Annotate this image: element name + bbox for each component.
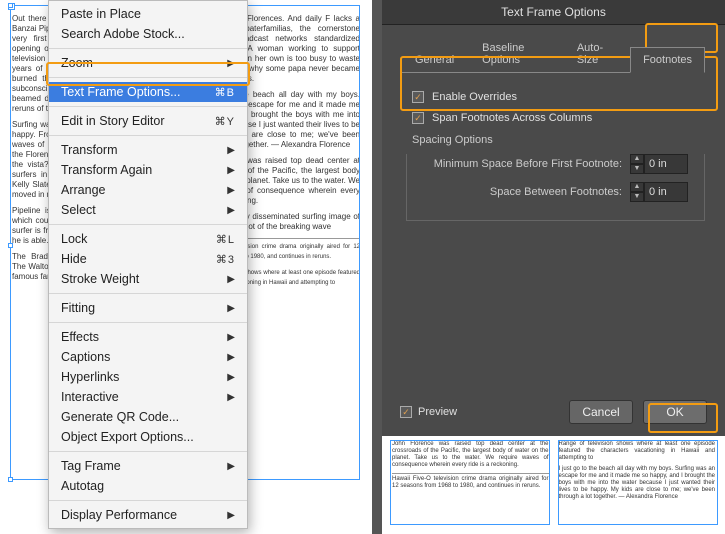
menu-fitting[interactable]: Fitting▶ (49, 298, 247, 318)
menu-hide[interactable]: Hide⌘3 (49, 249, 247, 269)
dialog-button-row: Preview Cancel OK (382, 400, 725, 424)
dialog-tabs: General Baseline Options Auto-Size Footn… (382, 25, 725, 73)
min-space-row: Minimum Space Before First Footnote: ▲▼ (417, 154, 694, 174)
stepper-down-icon[interactable]: ▼ (630, 164, 644, 174)
checkbox-span-footnotes[interactable] (412, 112, 424, 124)
tab-footnotes[interactable]: Footnotes (630, 47, 705, 73)
menu-autotag[interactable]: Autotag (49, 476, 247, 496)
menu-stroke-weight[interactable]: Stroke Weight▶ (49, 269, 247, 289)
spacing-options-heading: Spacing Options (412, 134, 695, 146)
menu-display-performance[interactable]: Display Performance▶ (49, 505, 247, 525)
menu-tag-frame[interactable]: Tag Frame▶ (49, 456, 247, 476)
checkbox-preview[interactable] (400, 406, 412, 418)
tab-baseline-options[interactable]: Baseline Options (469, 35, 562, 73)
context-menu: Paste in Place Search Adobe Stock... Zoo… (48, 0, 248, 529)
menu-generate-qr[interactable]: Generate QR Code... (49, 407, 247, 427)
stepper-up-icon[interactable]: ▲ (630, 154, 644, 164)
menu-interactive[interactable]: Interactive▶ (49, 387, 247, 407)
menu-transform[interactable]: Transform▶ (49, 140, 247, 160)
dialog-title: Text Frame Options (382, 0, 725, 25)
menu-text-frame-options[interactable]: Text Frame Options...⌘B (49, 82, 247, 102)
stepper-up-icon[interactable]: ▲ (630, 182, 644, 192)
preview-label: Preview (418, 406, 457, 418)
min-space-label: Minimum Space Before First Footnote: (434, 158, 622, 170)
space-between-input[interactable] (644, 182, 688, 202)
preview-checkbox-row[interactable]: Preview (400, 406, 457, 418)
space-between-row: Space Between Footnotes: ▲▼ (417, 182, 694, 202)
menu-search-adobe-stock[interactable]: Search Adobe Stock... (49, 24, 247, 44)
dialog-pane-right: John Florence was raised top dead center… (382, 0, 725, 534)
menu-transform-again[interactable]: Transform Again▶ (49, 160, 247, 180)
space-between-stepper[interactable]: ▲▼ (630, 182, 688, 202)
space-between-label: Space Between Footnotes: (490, 186, 622, 198)
tab-auto-size[interactable]: Auto-Size (564, 35, 628, 73)
menu-zoom[interactable]: Zoom▶ (49, 53, 247, 73)
cancel-button[interactable]: Cancel (569, 400, 633, 424)
checkbox-enable-overrides[interactable] (412, 91, 424, 103)
menu-paste-in-place[interactable]: Paste in Place (49, 4, 247, 24)
document-pane-left: Out there on the north shore of Oahu lie… (0, 0, 372, 534)
span-footnotes-label: Span Footnotes Across Columns (432, 112, 592, 124)
menu-captions[interactable]: Captions▶ (49, 347, 247, 367)
menu-hyperlinks[interactable]: Hyperlinks▶ (49, 367, 247, 387)
enable-overrides-label: Enable Overrides (432, 91, 517, 103)
submenu-arrow-icon: ▶ (227, 58, 235, 69)
menu-arrange[interactable]: Arrange▶ (49, 180, 247, 200)
menu-edit-story-editor[interactable]: Edit in Story Editor⌘Y (49, 111, 247, 131)
ok-button[interactable]: OK (643, 400, 707, 424)
stepper-down-icon[interactable]: ▼ (630, 192, 644, 202)
span-footnotes-row[interactable]: Span Footnotes Across Columns (412, 112, 695, 124)
pane-divider (372, 0, 382, 534)
min-space-input[interactable] (644, 154, 688, 174)
min-space-stepper[interactable]: ▲▼ (630, 154, 688, 174)
tab-general[interactable]: General (402, 47, 467, 73)
menu-effects[interactable]: Effects▶ (49, 327, 247, 347)
footnotes-panel: Enable Overrides Span Footnotes Across C… (382, 73, 725, 436)
menu-select[interactable]: Select▶ (49, 200, 247, 220)
menu-object-export-options[interactable]: Object Export Options... (49, 427, 247, 447)
text-frame-options-dialog: Text Frame Options General Baseline Opti… (382, 0, 725, 436)
enable-overrides-row[interactable]: Enable Overrides (412, 91, 695, 103)
menu-lock[interactable]: Lock⌘L (49, 229, 247, 249)
